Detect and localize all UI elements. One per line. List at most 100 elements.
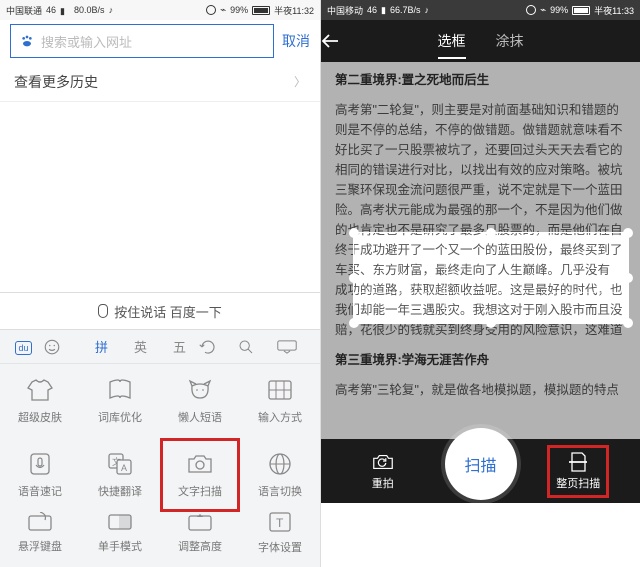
cell-label: 懒人短语	[178, 409, 222, 425]
carrier-label: 中国联通	[6, 4, 42, 17]
cell-text-scan[interactable]: 文字扫描	[160, 438, 240, 512]
cell-input-mode[interactable]: 输入方式	[240, 364, 320, 438]
ime-logo[interactable]: du	[4, 339, 43, 354]
handle-tl[interactable]	[349, 228, 359, 238]
back-button[interactable]	[321, 33, 365, 49]
cell-skin[interactable]: 超级皮肤	[0, 364, 80, 438]
book-icon	[105, 377, 135, 403]
battery-pct: 99%	[230, 5, 248, 15]
undo-button[interactable]	[199, 340, 238, 354]
tab-wubi[interactable]: 五	[160, 337, 199, 356]
app-icon: ♪	[109, 5, 114, 15]
phone-right: 中国移动 46 ▮ 66.7B/s ♪ ⌁ 99% 半夜11:33 选框 涂抹 …	[320, 0, 640, 567]
search-row: 搜索或输入网址 取消	[0, 20, 320, 62]
phone-left: 中国联通 46 ▮ 80.0B/s ♪ ⌁ 99% 半夜11:32 搜索或输入网…	[0, 0, 320, 567]
alarm-icon	[206, 5, 216, 15]
tab-smear[interactable]: 涂抹	[496, 21, 524, 61]
cell-voice-note[interactable]: 语音速记	[0, 438, 80, 512]
time-label: 半夜11:33	[594, 4, 634, 17]
time-label: 半夜11:32	[274, 4, 314, 17]
highlight-box: 整页扫描	[547, 445, 609, 498]
handle-rm[interactable]	[623, 273, 633, 283]
cell-label: 语言切换	[258, 483, 302, 499]
font-icon: T	[265, 512, 295, 533]
status-bar: 中国联通 46 ▮ 80.0B/s ♪ ⌁ 99% 半夜11:32	[0, 0, 320, 20]
tab-select[interactable]: 选框	[438, 21, 466, 61]
voice-bar[interactable]: 按住说话 百度一下	[0, 292, 320, 330]
mode-tabs: 选框 涂抹	[365, 21, 596, 61]
handle-tr[interactable]	[623, 228, 633, 238]
cell-lang-switch[interactable]: 语言切换	[240, 438, 320, 512]
handle-bl[interactable]	[349, 318, 359, 328]
cell-height[interactable]: 调整高度	[160, 512, 240, 554]
camera-icon	[185, 451, 215, 477]
scan-label: 扫描	[464, 452, 496, 476]
svg-text:T: T	[276, 516, 284, 530]
blank-area	[0, 102, 320, 292]
cat-icon	[185, 377, 215, 403]
cell-label: 超级皮肤	[18, 409, 62, 425]
cell-float-kb[interactable]: 悬浮键盘	[0, 512, 80, 554]
document-preview: 第二重境界:置之死地而后生 高考第"二轮复"，则主要是对前面基础知识和错题的 则…	[321, 62, 640, 503]
selection-rect[interactable]	[353, 232, 629, 324]
cell-label: 调整高度	[178, 538, 222, 554]
keyboard-down-icon	[277, 340, 297, 354]
mic-note-icon	[25, 451, 55, 477]
cell-label: 字体设置	[258, 539, 302, 554]
mic-icon	[98, 304, 108, 318]
scan-bottom-bar: 重拍 扫描 整页扫描	[321, 439, 640, 503]
translate-icon: 文A	[105, 451, 135, 477]
status-bar: 中国移动 46 ▮ 66.7B/s ♪ ⌁ 99% 半夜11:33	[321, 0, 640, 20]
app-icon: ♪	[425, 5, 430, 15]
tab-english[interactable]: 英	[121, 337, 160, 356]
search-placeholder: 搜索或输入网址	[41, 32, 132, 51]
search-button[interactable]	[238, 339, 277, 355]
handle-lm[interactable]	[349, 273, 359, 283]
baidu-paw-icon	[19, 33, 35, 49]
reshoot-label: 重拍	[372, 475, 394, 491]
cell-label: 快捷翻译	[98, 483, 142, 499]
cell-dict[interactable]: 词库优化	[80, 364, 160, 438]
history-row[interactable]: 查看更多历史 〉	[0, 62, 320, 102]
signal-icon: ▮	[381, 5, 386, 16]
battery-icon	[572, 6, 590, 15]
cell-label: 语音速记	[18, 483, 62, 499]
tab-pinyin[interactable]: 拼	[82, 337, 121, 356]
net-label: 46	[46, 5, 56, 15]
full-page-scan-button[interactable]: 整页扫描	[517, 445, 640, 498]
cell-one-hand[interactable]: 单手模式	[80, 512, 160, 554]
handle-bm[interactable]	[486, 318, 496, 328]
handle-tm[interactable]	[486, 228, 496, 238]
bluetooth-icon: ⌁	[220, 5, 226, 16]
speed-label: 80.0B/s	[74, 5, 105, 15]
chevron-right-icon: 〉	[294, 73, 306, 90]
cell-label: 单手模式	[98, 538, 142, 554]
net-label: 46	[367, 5, 377, 15]
search-input[interactable]: 搜索或输入网址	[10, 24, 274, 58]
handle-br[interactable]	[623, 318, 633, 328]
search-icon	[238, 339, 254, 355]
cell-label: 词库优化	[98, 409, 142, 425]
height-icon	[185, 512, 215, 532]
cell-font[interactable]: T 字体设置	[240, 512, 320, 554]
globe-icon	[265, 451, 295, 477]
battery-pct: 99%	[550, 5, 568, 15]
emoji-button[interactable]	[43, 338, 82, 356]
cell-label: 输入方式	[258, 409, 302, 425]
signal-icon: ▮	[60, 6, 70, 14]
svg-text:A: A	[121, 463, 127, 473]
float-icon	[25, 512, 55, 532]
speed-label: 66.7B/s	[390, 5, 421, 15]
reshoot-icon	[371, 452, 395, 472]
ime-toolbar: du 拼 英 五	[0, 330, 320, 364]
reshoot-button[interactable]: 重拍	[321, 452, 445, 491]
overlay-top	[321, 62, 640, 232]
cell-lazy[interactable]: 懒人短语	[160, 364, 240, 438]
grid-icon	[265, 377, 295, 403]
page-scan-icon	[566, 452, 590, 472]
cancel-button[interactable]: 取消	[282, 31, 310, 51]
scan-button[interactable]: 扫描	[445, 428, 517, 500]
cell-label: 悬浮键盘	[18, 538, 62, 554]
keyboard-toggle[interactable]	[277, 340, 316, 354]
cell-translate[interactable]: 文A 快捷翻译	[80, 438, 160, 512]
